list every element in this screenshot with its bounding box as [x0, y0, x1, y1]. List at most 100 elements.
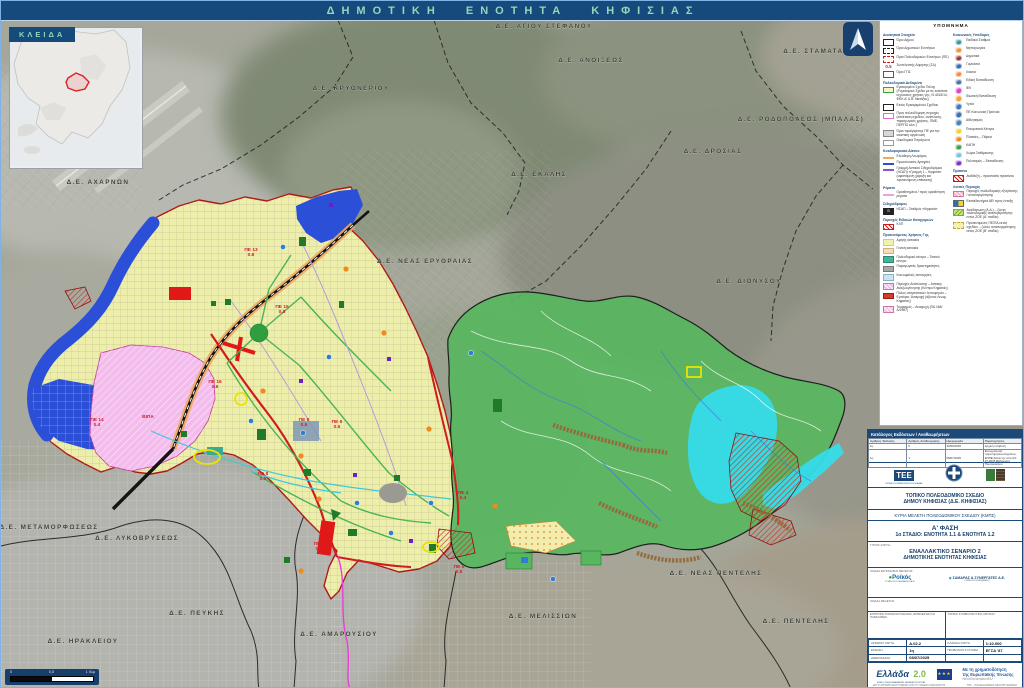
- legend-item: Τουρισμός – Αναψυχή (ΠΔ 166/Δ/1987): [883, 306, 949, 314]
- legend-item: ΙΕΚ: [953, 87, 1019, 94]
- legend-swatch: [883, 48, 894, 55]
- legend-swatch: [883, 157, 894, 159]
- committee-boxes: ΕΠΙΤΡΟΠΗ ΠΑΡΑΚΟΛΟΥΘΗΣΗΣ, ΕΠΙΒΛΕΨΗΣ ΚΑΙ Π…: [868, 612, 1022, 639]
- legend-item-label: Αναδάσωση (Α.Δ.) – ζώνες πολεοδομικής αν…: [967, 209, 1020, 221]
- legend-item-label: Ιδιωτική Εκπαίδευση: [966, 95, 996, 99]
- region-label: Δ.Ε. ΑΓΙΟΥ ΣΤΕΦΑΝΟΥ: [496, 23, 593, 30]
- legend-swatch: [955, 47, 962, 54]
- legend-swatch: [953, 191, 964, 198]
- legend-item: ΠΕ Κοινωνική Πρόνοια: [953, 111, 1019, 118]
- legend-item: Αμιγής κατοικία: [883, 239, 949, 246]
- legend-item: Ειδική Εκπαίδευση: [953, 79, 1019, 86]
- legend-item: Γυμνάσια: [953, 63, 1019, 70]
- scale-half: 0,5: [49, 670, 54, 674]
- region-label: Δ.Ε. ΕΚΑΛΗΣ: [511, 171, 567, 178]
- legend-swatch: [955, 87, 962, 94]
- funding-notes: ΕΡΓΟ ΧΡΗΜΑΤΟΔΟΤΟΥΜΕΝΟ ΑΠΟ ΤΟ ΤΑΜΕΙΟ ΑΝΑΚ…: [871, 684, 1019, 687]
- municipality-logo: [986, 469, 1005, 481]
- legend-panel: ΥΠΟΜΝΗΜΑ Διοικητικά ΣτοιχείαΌριο ΔήμουΌρ…: [879, 19, 1023, 426]
- legend-swatch: [883, 39, 894, 46]
- info-value: 1η: [907, 647, 945, 654]
- legend-item-label: Πολιτισμός – Εκπαίδευση: [966, 160, 1003, 164]
- legend-swatch: S: [883, 208, 894, 215]
- legend-item: Περιοχές πολεοδομικής εξυγίανσης / ανασυ…: [953, 190, 1019, 198]
- legend-item-label: Όρια Δημοτικών Ενοτήτων: [897, 47, 936, 51]
- legend-item-label: Δημοτικά: [966, 55, 979, 59]
- map-title-box: ΤΙΤΛΟΣ ΧΑΡΤΗ: ΕΝΑΛΛΑΚΤΙΚΟ ΣΕΝΑΡΙΟ 2 ΔΗΜΟ…: [868, 542, 1022, 568]
- legend-item: Όρια Δημοτικών Ενοτήτων: [883, 47, 949, 54]
- legend-title: ΥΠΟΜΝΗΜΑ: [883, 23, 1019, 28]
- legend-item: SΗΣΑΠ – Σταθμός «Κηφισιά»: [883, 208, 949, 215]
- scale-bar: 0 0,5 1 Χλμ: [5, 669, 99, 685]
- info-value: Α.02.2: [907, 640, 945, 647]
- legend-item-label: Προς πολεοδόμηση περιοχές (επέκταση σχεδ…: [897, 112, 950, 128]
- legend-item: ΚΧΠ: [883, 223, 949, 230]
- legend-item-label: Παραγωγικές δραστηριότητες: [897, 265, 940, 269]
- legend-swatch: [953, 209, 964, 216]
- region-label: Δ.Ε. ΠΕΝΤΕΛΗΣ: [763, 618, 830, 625]
- info-label: ΕΚΔΟΣΗ: [869, 647, 907, 654]
- legend-swatch: [883, 163, 894, 165]
- legend-item-label: Πολεοδομικό κέντρο – Τοπικό κέντρο: [897, 256, 950, 264]
- legend-item: Αθλητισμός: [953, 119, 1019, 126]
- region-label: Δ.Ε. ΠΕΥΚΗΣ: [169, 610, 225, 617]
- legend-swatch: [883, 56, 894, 63]
- legend-swatch: [955, 160, 962, 167]
- legend-swatch: [955, 63, 962, 70]
- eu-funding-text: Με τη χρηματοδότηση της Ευρωπαϊκής Ένωση…: [962, 667, 1013, 681]
- legend-item-label: Γυμνάσια: [966, 63, 980, 67]
- committee-right-label: ΤΟΠΙΚΟ ΣΥΜΒΟΥΛΕΥΤΙΚΟ ΟΡΓΑΝΟ:: [948, 613, 1021, 616]
- team-box: ΟΜΑΔΑ ΕΚΠΟΝΗΣΗΣ ΜΕΛΕΤΗΣ: ●Ροϊκός ΣΥΜΒΟΥΛ…: [868, 568, 1022, 598]
- legend-item: Όρια Πολεοδομικών Ενοτήτων (ΠΕ): [883, 56, 949, 63]
- pe-label: ΒΙΠΑ: [142, 414, 154, 420]
- legend-item-label: Όρια προέγκρισης ΠΕ για την οικιστική ορ…: [897, 130, 950, 138]
- legend-item: Οριοθετημένα / προς οριοθέτηση ρέματα: [883, 191, 949, 199]
- legend-item-label: ΚΑΠΗ: [966, 144, 975, 148]
- legend-item-label: Αθλητισμός: [966, 119, 983, 123]
- info-label: ΑΡΙΘΜΟΣ ΧΑΡΤΗ: [869, 640, 907, 647]
- info-value: ΕΓΣΑ '87: [983, 647, 1021, 654]
- legend-column-left: Διοικητικά ΣτοιχείαΌριο ΔήμουΌρια Δημοτι…: [883, 30, 949, 315]
- legend-item: Όριο ΓΠΣ: [883, 71, 949, 78]
- legend-swatch: [955, 119, 962, 126]
- legend-swatch: [883, 266, 894, 273]
- legend-item: Γραμμή Αστικού Σιδηροδρόμου (ΗΣΑΠ) «Γραμ…: [883, 167, 949, 183]
- region-label: Δ.Ε. ΜΕΛΙΣΣΙΩΝ: [509, 613, 578, 620]
- scale-zero: 0: [10, 670, 12, 674]
- roikos-logo: ●Ροϊκός ΣΥΜΒΟΥΛΟΙ ΜΗΧΑΝΙΚΟΙ Α.Ε.: [885, 575, 915, 583]
- legend-item: Προς πολεοδόμηση περιοχές (επέκταση σχεδ…: [883, 112, 949, 128]
- info-value: 1:10.000: [983, 640, 1021, 647]
- phase-title: Α' ΦΑΣΗ 1ο ΣΤΑΔΙΟ: ΕΝΟΤΗΤΑ 1.1 & ΕΝΟΤΗΤΑ…: [868, 521, 1022, 542]
- committee-left-label: ΕΠΙΤΡΟΠΗ ΠΑΡΑΚΟΛΟΥΘΗΣΗΣ, ΕΠΙΒΛΕΨΗΣ ΚΑΙ Π…: [870, 613, 943, 620]
- funding-strip: Ελλάδα 2.0 ΕΘΝΙΚΟ ΣΧΕΔΙΟ ΑΝΑΚΑΜΨΗΣ ΚΑΙ Α…: [868, 663, 1022, 688]
- legend-swatch: [955, 95, 962, 102]
- legend-swatch: [883, 274, 894, 281]
- legend-item-label: Πλατείες – Πάρκα: [966, 136, 992, 140]
- legend-item-label: Περιοχές πολεοδομικής εξυγίανσης / ανασυ…: [967, 190, 1020, 198]
- legend-swatch: [883, 169, 894, 171]
- legend-item: Λύκεια: [953, 71, 1019, 78]
- legend-item-label: Πνευματικά Κέντρα: [966, 128, 994, 132]
- legend-item: Πολιτισμός – Εκπαίδευση: [953, 160, 1019, 167]
- scale-bar-graphic: [10, 676, 94, 682]
- legend-section-header: Κυκλοφοριακό Δίκτυο: [883, 149, 949, 153]
- legend-item-label: Ανάδειξη – προστασία πρασίνου: [967, 175, 1015, 179]
- legend-item: Κοινωφελείς λειτουργίες: [883, 274, 949, 281]
- legend-section-header: Ρέματα: [883, 186, 949, 190]
- legend-item: ΚΑΠΗ: [953, 144, 1019, 151]
- legend-item-label: Κοινωφελείς λειτουργίες: [897, 274, 932, 278]
- legend-item: Γενική κατοικία: [883, 247, 949, 254]
- legend-item: Ιδιωτική Εκπαίδευση: [953, 95, 1019, 102]
- legend-item-label: Χώροι Στάθμευσης: [966, 152, 994, 156]
- region-label: Δ.Ε. ΑΜΑΡΟΥΣΙΟΥ: [300, 631, 377, 638]
- legend-item-label: Οικοδομικά Τετράγωνα: [897, 139, 930, 143]
- legend-swatch: [955, 39, 962, 46]
- legend-item: Παραγωγικές δραστηριότητες: [883, 265, 949, 272]
- legend-swatch: [953, 200, 964, 207]
- legend-column-right: Κοινωνικές ΥποδομέςΠαιδικοί ΣταθμοίΝηπια…: [953, 30, 1019, 315]
- legend-item-label: Εγκεκριμένο Σχέδιο Πόλης (Ρυμοτομικό Σχέ…: [897, 86, 950, 102]
- legend-swatch: [955, 55, 962, 62]
- legend-item: 0.5Συντελεστής Δόμησης (ΣΔ): [883, 64, 949, 69]
- legend-swatch: [883, 256, 894, 263]
- legend-swatch: [955, 79, 962, 86]
